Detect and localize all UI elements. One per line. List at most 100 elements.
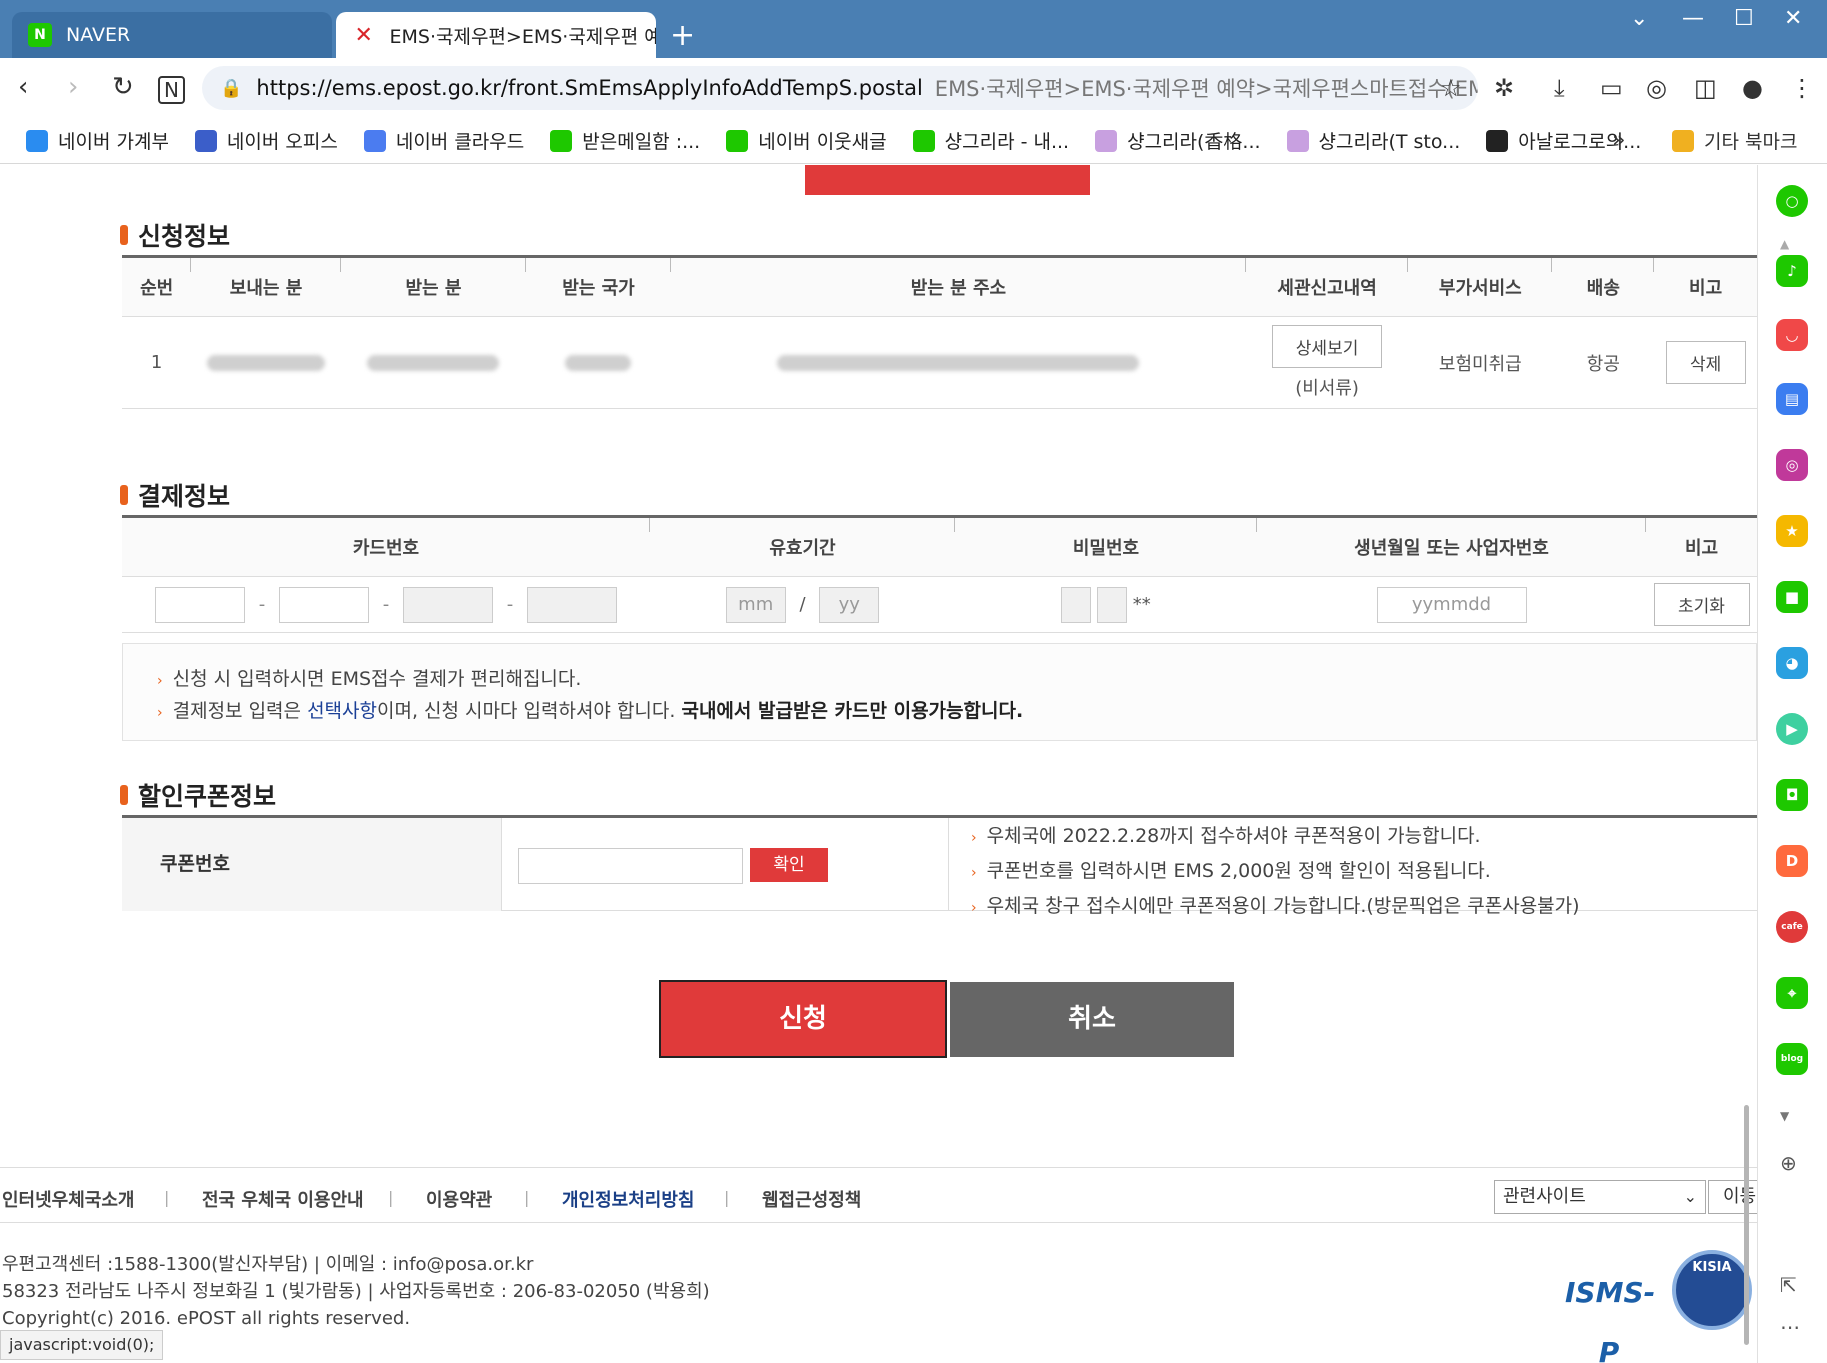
bookmark-item[interactable]: 네이버 이웃새글 — [726, 127, 887, 154]
note-line: › 우체국에 2022.2.28까지 접수하셔야 쿠폰적용이 가능합니다. — [971, 820, 1580, 855]
payment-notes: › 신청 시 입력하시면 EMS접수 결제가 편리해집니다. › 결제정보 입력은 … — [122, 643, 1757, 741]
scroll-up-icon[interactable]: ▲ — [1780, 237, 1789, 251]
more-icon[interactable]: ⋯ — [1780, 1315, 1800, 1339]
bullet-icon: › — [157, 705, 163, 721]
folder-icon — [1672, 129, 1694, 152]
naver-n-icon[interactable]: N — [158, 76, 185, 104]
play-icon[interactable]: ▶ — [1776, 713, 1808, 745]
menu-icon[interactable]: ⋮ — [1790, 74, 1814, 102]
column-header: 비밀번호 — [955, 516, 1257, 577]
bookmark-item[interactable]: 샹그리라(T sto... — [1286, 127, 1461, 154]
page-scrollbar[interactable] — [1744, 1105, 1749, 1345]
pocket-icon[interactable]: ◡ — [1776, 319, 1808, 351]
forward-icon[interactable]: › — [68, 72, 78, 102]
butterfly-icon — [1286, 129, 1309, 152]
birth-cell: yymmdd — [1257, 576, 1646, 633]
cafe-icon[interactable]: cafe — [1776, 911, 1808, 943]
column-header: 받는 분 주소 — [670, 256, 1246, 317]
maximize-icon[interactable]: ☐ — [1734, 6, 1754, 31]
bookmark-item[interactable]: 네이버 클라우드 — [363, 127, 525, 154]
delete-button[interactable]: 삭제 — [1665, 341, 1746, 384]
bookmark-star-icon[interactable]: ☆ — [1440, 74, 1462, 102]
minimize-icon[interactable]: — — [1682, 6, 1704, 31]
add-icon[interactable]: ⊕ — [1780, 1151, 1797, 1175]
screenshot-icon[interactable]: ◎ — [1646, 74, 1667, 102]
bookmark-label: 샹그리라(T sto... — [1318, 131, 1461, 153]
scroll-down-icon[interactable]: ▼ — [1780, 1109, 1789, 1123]
external-link-icon[interactable]: ⇱ — [1780, 1273, 1797, 1297]
birth-date-input[interactable]: yymmdd — [1376, 586, 1527, 623]
bookmark-item[interactable]: 샹그리라 - 내... — [912, 127, 1070, 154]
square-app-icon[interactable]: ■ — [1776, 581, 1808, 613]
column-header: 받는 국가 — [526, 256, 671, 317]
card-number-input-2[interactable] — [279, 586, 369, 623]
reload-icon[interactable]: ↻ — [112, 72, 134, 102]
apply-button[interactable]: 신청 — [659, 980, 947, 1058]
papago-icon[interactable]: ◕ — [1776, 647, 1808, 679]
note-text: 쿠폰번호를 입력하시면 EMS 2,000원 정액 할인이 적용됩니다. — [986, 860, 1491, 882]
download-icon[interactable]: ⤓ — [1554, 74, 1565, 102]
back-icon[interactable]: ‹ — [18, 72, 28, 102]
expiry-year-input[interactable]: yy — [819, 586, 880, 623]
address-cell — [670, 316, 1246, 409]
blurred-text — [207, 355, 326, 371]
password-digit-1[interactable] — [1061, 586, 1092, 623]
profile-avatar-icon[interactable]: ● — [1742, 74, 1763, 102]
card-number-input-1[interactable] — [155, 586, 245, 623]
map-pin-icon[interactable]: ⌖ — [1776, 977, 1808, 1009]
coupon-confirm-button[interactable]: 확인 — [750, 848, 828, 882]
bookmark-item[interactable]: 네이버 오피스 — [194, 127, 338, 154]
table-row: - - - mm / yy ** yymmdd 초기화 — [122, 576, 1757, 633]
tab-ems[interactable]: ✕ EMS·국제우편>EMS·국제우편 예 — [336, 12, 656, 58]
url-page-title: EMS·국제우편>EMS·국제우편 예약>국제우편스마트접수(EM — [934, 77, 1478, 101]
section-title-payment: 결제정보 — [120, 477, 230, 513]
section-marker — [120, 785, 128, 805]
notification-icon[interactable]: ♪ — [1776, 255, 1808, 287]
blurred-text — [777, 355, 1140, 371]
coupon-number-input[interactable] — [518, 848, 743, 884]
detail-view-button[interactable]: 상세보기 — [1272, 325, 1383, 368]
bookmark-label: 샹그리라 - 내... — [944, 131, 1070, 153]
lock-icon[interactable]: 🔒 — [220, 78, 242, 99]
reset-button[interactable]: 초기화 — [1653, 583, 1750, 626]
tab-naver[interactable]: N NAVER — [12, 12, 332, 58]
capture-icon[interactable]: ▭ — [1600, 74, 1623, 102]
cafe-cup-icon[interactable]: ◘ — [1776, 779, 1808, 811]
naver-whale-icon[interactable]: ○ — [1776, 185, 1808, 217]
go-button[interactable]: 이동 — [1708, 1180, 1757, 1214]
footer-link[interactable]: 인터넷우체국소개 — [2, 1186, 134, 1212]
section-title-application: 신청정보 — [120, 217, 230, 253]
card-number-input-4[interactable] — [527, 586, 617, 623]
other-bookmarks[interactable]: 기타 북마크 — [1672, 127, 1797, 154]
close-icon[interactable]: ✕ — [1784, 6, 1802, 31]
footer-link-privacy[interactable]: 개인정보처리방침 — [562, 1186, 694, 1212]
extensions-icon[interactable]: ✲ — [1494, 74, 1514, 102]
new-tab-button[interactable]: + — [670, 18, 695, 53]
related-sites-select[interactable]: 관련사이트 ⌄ — [1494, 1180, 1706, 1214]
section-title-text: 결제정보 — [138, 482, 231, 511]
tab-title: NAVER — [66, 24, 131, 46]
chevron-down-icon[interactable]: ⌄ — [1630, 6, 1648, 31]
cloud-icon — [363, 129, 386, 152]
split-view-icon[interactable]: ◫ — [1694, 74, 1717, 102]
card-number-input-3[interactable] — [403, 586, 493, 623]
other-bookmarks-label: 기타 북마크 — [1704, 131, 1798, 153]
briefcase-icon[interactable]: ▤ — [1776, 383, 1808, 415]
expiry-month-input[interactable]: mm — [725, 586, 786, 623]
star-icon[interactable]: ★ — [1776, 515, 1808, 547]
blog-icon[interactable]: blog — [1776, 1043, 1808, 1075]
footer-link[interactable]: 전국 우체국 이용안내 — [202, 1186, 364, 1212]
bookmark-label: 네이버 클라우드 — [395, 131, 525, 153]
password-digit-2[interactable] — [1097, 586, 1127, 623]
instagram-icon[interactable]: ◎ — [1776, 449, 1808, 481]
footer-nav: 인터넷우체국소개 | 전국 우체국 이용안내 | 이용약관 | 개인정보처리방침… — [0, 1167, 1757, 1223]
address-bar[interactable]: 🔒 https://ems.epost.go.kr/front.SmEmsApp… — [202, 66, 1478, 110]
d-app-icon[interactable]: D — [1776, 845, 1808, 877]
footer-link[interactable]: 이용약관 — [426, 1186, 492, 1212]
footer-link[interactable]: 웹접근성정책 — [762, 1186, 861, 1212]
cancel-button[interactable]: 취소 — [950, 982, 1234, 1057]
bookmark-item[interactable]: 받은메일함 :... — [550, 127, 700, 154]
bookmarks-overflow-button[interactable]: » — [1612, 128, 1625, 153]
bookmark-item[interactable]: 네이버 가계부 — [26, 127, 169, 154]
bookmark-item[interactable]: 샹그리라(香格... — [1095, 127, 1261, 154]
